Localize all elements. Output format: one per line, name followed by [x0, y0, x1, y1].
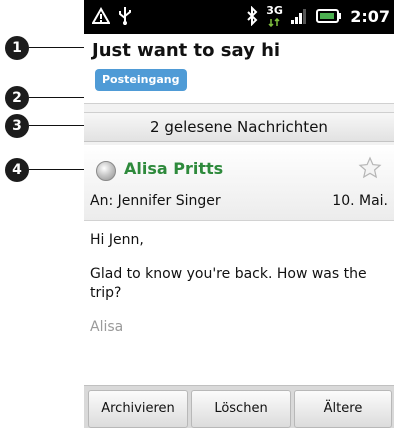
message-body: Hi Jenn, Glad to know you're back. How w…: [90, 231, 388, 352]
callout-number: 1: [5, 36, 29, 60]
message-card: Alisa Pritts An: Jennifer Singer 10. Mai…: [84, 145, 394, 385]
inbox-label-chip[interactable]: Posteingang: [95, 69, 187, 91]
action-bar: Archivieren Löschen Ältere: [84, 385, 394, 428]
callout-leader-line: [29, 169, 90, 170]
bluetooth-icon: [246, 6, 258, 26]
callout-number: 2: [5, 86, 29, 110]
archive-button[interactable]: Archivieren: [88, 390, 188, 428]
callout-number: 3: [5, 114, 29, 138]
message-date: 10. Mai.: [332, 193, 388, 209]
body-signature: Alisa: [90, 319, 124, 335]
callout-number: 4: [5, 158, 29, 182]
delete-button[interactable]: Löschen: [191, 390, 291, 428]
battery-icon: [316, 8, 342, 24]
callout-leader-line: [29, 125, 88, 126]
callout-4: 4: [0, 158, 90, 182]
email-subject: Just want to say hi: [92, 40, 281, 61]
older-button[interactable]: Ältere: [294, 390, 392, 428]
email-header: Just want to say hi Posteingang: [84, 34, 394, 104]
callout-2: 2: [0, 86, 121, 110]
callout-3: 3: [0, 114, 90, 138]
clock: 2:07: [350, 6, 390, 26]
body-text: Glad to know you're back. How was the tr…: [90, 266, 367, 301]
usb-icon: [118, 6, 132, 26]
signal-icon: [290, 8, 308, 24]
status-bar: 3G 2:07: [84, 0, 394, 34]
presence-status-icon: [96, 161, 116, 181]
warning-icon: [92, 7, 110, 25]
star-icon[interactable]: [358, 156, 382, 180]
3g-icon: 3G: [266, 4, 283, 28]
callout-1: 1: [0, 36, 90, 60]
network-type-label: 3G: [266, 4, 283, 17]
sender-name[interactable]: Alisa Pritts: [124, 159, 223, 178]
message-header[interactable]: Alisa Pritts An: Jennifer Singer 10. Mai…: [84, 145, 394, 221]
read-messages-bar[interactable]: 2 gelesene Nachrichten: [84, 112, 394, 142]
callout-leader-line: [29, 47, 88, 48]
recipient-line: An: Jennifer Singer: [90, 193, 221, 209]
body-greeting: Hi Jenn,: [90, 232, 144, 248]
phone-screen: 3G 2:07 Just want to say hi Posteingang …: [84, 0, 394, 428]
